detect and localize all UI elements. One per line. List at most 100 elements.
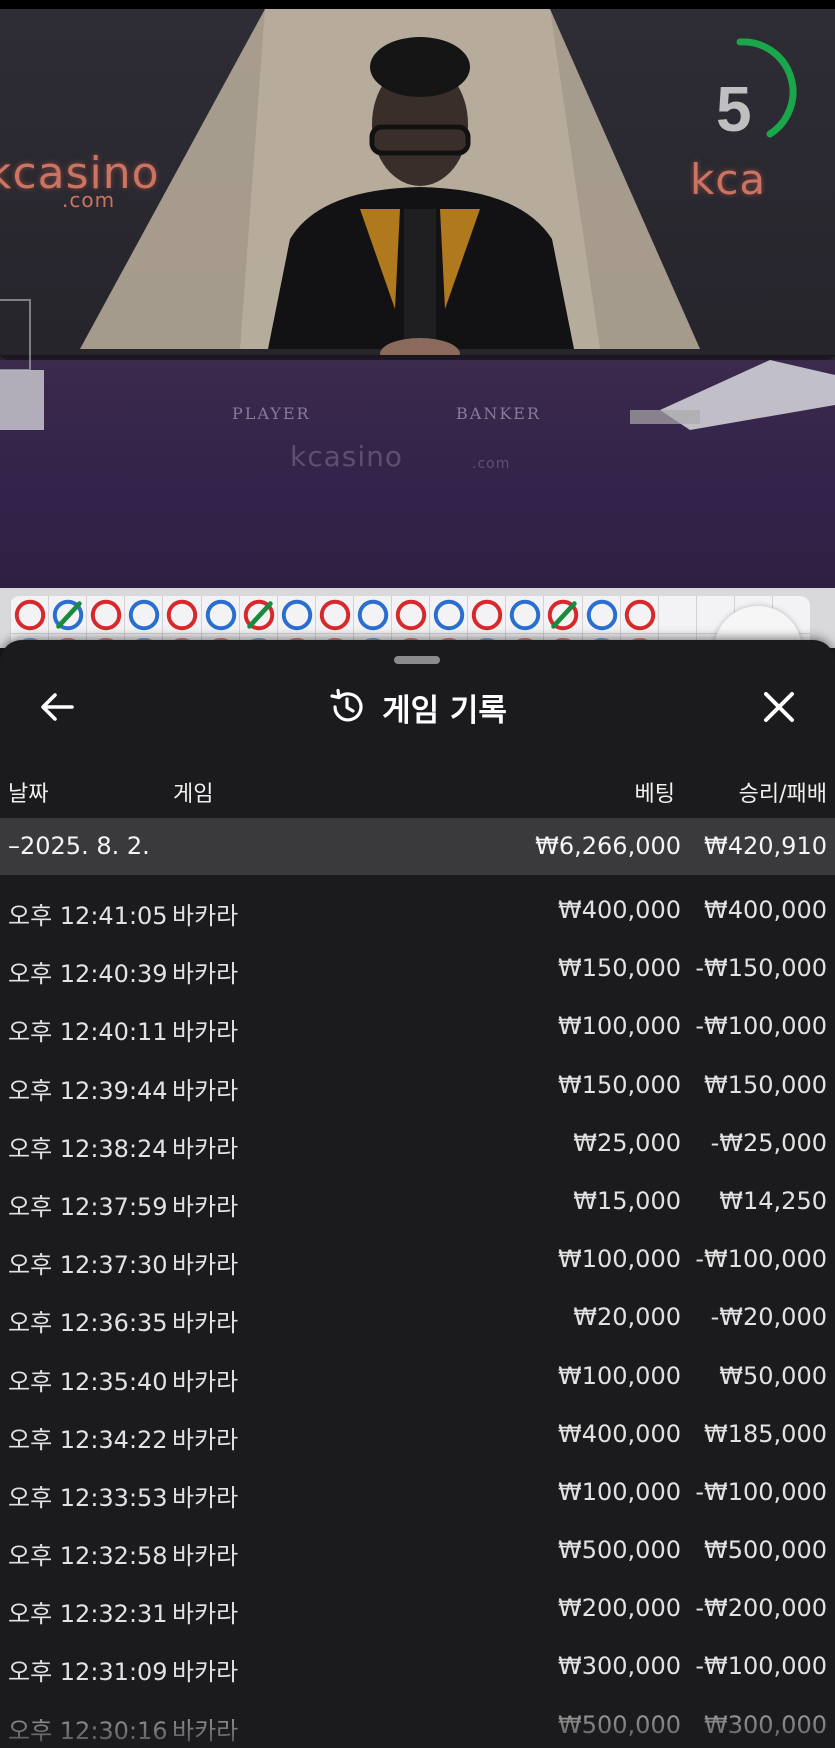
kcasino-logo-right: kca — [690, 155, 767, 204]
kcasino-logo-left-sub: .com — [62, 188, 116, 212]
row-game: 바카라 — [172, 1483, 239, 1512]
row-bet: ₩25,000 — [573, 1128, 681, 1157]
history-row[interactable]: 오후 12:35:40 바카라 ₩100,000 ₩50,000 — [0, 1344, 835, 1402]
history-list: 오후 12:41:05 바카라 ₩400,000 ₩400,000 오후 12:… — [0, 878, 835, 1748]
kcasino-table-logo: kcasino — [290, 440, 404, 473]
row-time: 오후 12:40:39 — [8, 960, 168, 989]
player-area-label: PLAYER — [232, 404, 311, 423]
history-row[interactable]: 오후 12:41:05 바카라 ₩400,000 ₩400,000 — [0, 878, 835, 936]
row-time: 오후 12:40:11 — [8, 1018, 168, 1047]
row-game: 바카라 — [172, 960, 239, 989]
history-row[interactable]: 오후 12:34:22 바카라 ₩400,000 ₩185,000 — [0, 1402, 835, 1460]
row-game: 바카라 — [172, 1309, 239, 1338]
close-icon[interactable] — [756, 684, 802, 730]
row-time: 오후 12:36:35 — [8, 1309, 168, 1338]
row-bet: ₩15,000 — [573, 1186, 681, 1215]
row-time: 오후 12:41:05 — [8, 902, 168, 930]
road-bead-banker — [395, 599, 427, 631]
road-bead-player — [510, 599, 541, 631]
history-icon — [330, 688, 363, 722]
road-bead-banker — [243, 599, 274, 631]
road-bead-banker — [471, 599, 503, 631]
row-win-loss: ₩185,000 — [704, 1419, 827, 1448]
row-bet: ₩500,000 — [558, 1710, 681, 1739]
road-bead-banker — [167, 599, 198, 631]
row-time: 오후 12:39:44 — [8, 1076, 168, 1105]
road-bead-player — [586, 599, 617, 631]
column-header-bet[interactable]: 베팅 — [635, 776, 675, 808]
row-game: 바카라 — [172, 1018, 239, 1047]
history-row[interactable]: 오후 12:39:44 바카라 ₩150,000 ₩150,000 — [0, 1053, 835, 1111]
row-bet: ₩400,000 — [558, 1419, 681, 1448]
summary-total-bet: ₩6,266,000 — [535, 832, 681, 860]
row-win-loss: -₩20,000 — [710, 1303, 827, 1332]
road-bead-banker — [14, 599, 46, 631]
row-game: 바카라 — [172, 1542, 239, 1571]
row-win-loss: -₩200,000 — [695, 1594, 827, 1623]
row-win-loss: ₩150,000 — [704, 1070, 827, 1099]
row-bet: ₩100,000 — [558, 1012, 681, 1041]
history-row[interactable]: 오후 12:30:16 바카라 ₩500,000 ₩300,000 — [0, 1693, 835, 1748]
row-bet: ₩100,000 — [558, 1477, 681, 1506]
row-win-loss: ₩14,250 — [719, 1186, 827, 1215]
history-row[interactable]: 오후 12:36:35 바카라 ₩20,000 -₩20,000 — [0, 1285, 835, 1343]
live-video-stream: kcasino .com kca kcasino .com PLAYER BAN… — [0, 0, 835, 588]
history-row[interactable]: 오후 12:40:39 바카라 ₩150,000 -₩150,000 — [0, 936, 835, 994]
row-game: 바카라 — [172, 1425, 239, 1454]
row-time: 오후 12:38:24 — [8, 1134, 168, 1163]
row-game: 바카라 — [172, 1716, 239, 1745]
road-bead-banker — [548, 599, 579, 631]
bead-road-strip — [0, 588, 835, 648]
summary-date: –2025. 8. 2. — [8, 832, 150, 860]
column-header-date[interactable]: 날짜 — [8, 776, 48, 808]
row-time: 오후 12:34:22 — [8, 1425, 168, 1454]
road-bead-player — [281, 599, 312, 631]
row-win-loss: -₩25,000 — [710, 1128, 827, 1157]
page-title: 게임 기록 — [382, 692, 507, 729]
row-win-loss: ₩500,000 — [704, 1536, 827, 1565]
road-bead-banker — [624, 599, 655, 631]
road-bead-banker — [90, 599, 122, 631]
row-win-loss: ₩300,000 — [704, 1710, 827, 1739]
row-time: 오후 12:32:58 — [8, 1542, 168, 1571]
date-summary-row[interactable]: –2025. 8. 2. ₩6,266,000 ₩420,910 — [0, 818, 835, 875]
drag-handle[interactable] — [394, 656, 440, 664]
road-bead-player — [52, 599, 84, 631]
history-row[interactable]: 오후 12:37:30 바카라 ₩100,000 -₩100,000 — [0, 1227, 835, 1285]
history-row[interactable]: 오후 12:33:53 바카라 ₩100,000 -₩100,000 — [0, 1460, 835, 1518]
row-win-loss: -₩100,000 — [695, 1477, 827, 1506]
countdown-timer: 5 — [716, 73, 752, 145]
status-bar — [0, 0, 835, 9]
row-time: 오후 12:37:59 — [8, 1192, 168, 1221]
road-grid-line — [10, 633, 810, 634]
table-header: 날짜 게임 베팅 승리/패배 — [0, 768, 835, 812]
row-win-loss: ₩400,000 — [704, 896, 827, 924]
row-game: 바카라 — [172, 1658, 239, 1687]
history-row[interactable]: 오후 12:37:59 바카라 ₩15,000 ₩14,250 — [0, 1169, 835, 1227]
row-game: 바카라 — [172, 1600, 239, 1629]
row-game: 바카라 — [172, 1134, 239, 1163]
row-game: 바카라 — [172, 1076, 239, 1105]
column-header-win-loss[interactable]: 승리/패배 — [739, 776, 827, 808]
history-row[interactable]: 오후 12:32:31 바카라 ₩200,000 -₩200,000 — [0, 1576, 835, 1634]
road-bead-player — [205, 599, 236, 631]
history-row[interactable]: 오후 12:31:09 바카라 ₩300,000 -₩100,000 — [0, 1634, 835, 1692]
road-grid-line — [10, 596, 11, 648]
game-history-panel: 게임 기록 날짜 게임 베팅 승리/패배 –2025. 8. 2. ₩6,266… — [0, 640, 835, 1748]
road-bead-banker — [319, 599, 351, 631]
row-game: 바카라 — [172, 1367, 239, 1396]
row-win-loss: -₩100,000 — [695, 1652, 827, 1681]
history-row[interactable]: 오후 12:40:11 바카라 ₩100,000 -₩100,000 — [0, 994, 835, 1052]
row-time: 오후 12:32:31 — [8, 1600, 168, 1629]
column-header-game[interactable]: 게임 — [173, 776, 213, 808]
row-win-loss: -₩100,000 — [695, 1245, 827, 1274]
row-bet: ₩200,000 — [558, 1594, 681, 1623]
panel-header: 게임 기록 — [0, 684, 835, 730]
row-win-loss: ₩50,000 — [719, 1361, 827, 1390]
row-time: 오후 12:37:30 — [8, 1251, 168, 1280]
kcasino-table-logo-sub: .com — [472, 456, 511, 472]
banker-area-label: BANKER — [456, 404, 541, 423]
history-row[interactable]: 오후 12:32:58 바카라 ₩500,000 ₩500,000 — [0, 1518, 835, 1576]
history-row[interactable]: 오후 12:38:24 바카라 ₩25,000 -₩25,000 — [0, 1111, 835, 1169]
row-bet: ₩100,000 — [558, 1245, 681, 1274]
